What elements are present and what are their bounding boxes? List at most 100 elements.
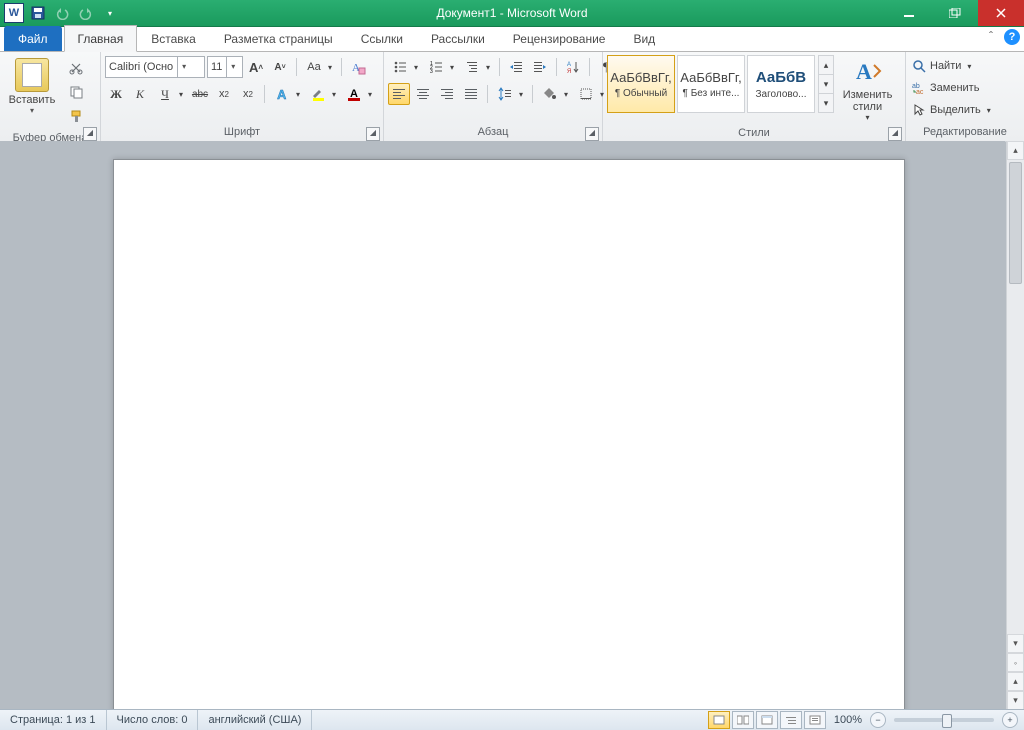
ribbon-tabs: Файл Главная Вставка Разметка страницы С… bbox=[0, 27, 1024, 52]
zoom-level[interactable]: 100% bbox=[834, 714, 862, 726]
line-spacing-button[interactable]: ▾ bbox=[493, 82, 527, 106]
tab-view[interactable]: Вид bbox=[619, 25, 669, 51]
tab-page-layout[interactable]: Разметка страницы bbox=[210, 25, 347, 51]
styles-dialog-launcher[interactable]: ◢ bbox=[888, 127, 902, 141]
save-icon[interactable] bbox=[27, 2, 49, 24]
scroll-up-button[interactable]: ▴ bbox=[1007, 141, 1024, 160]
view-print-layout-icon[interactable] bbox=[708, 711, 730, 729]
title-bar: W ▾ Документ1 - Microsoft Word bbox=[0, 0, 1024, 27]
document-page[interactable] bbox=[113, 159, 905, 710]
font-name-combo[interactable]: Calibri (Осно ▾ bbox=[105, 56, 205, 78]
select-label: Выделить bbox=[930, 104, 981, 116]
styles-scroll-down[interactable]: ▾ bbox=[819, 75, 833, 94]
change-case-button[interactable]: Aa▾ bbox=[302, 55, 336, 79]
tab-references[interactable]: Ссылки bbox=[347, 25, 417, 51]
group-editing: Найти ▾ abac Заменить Выделить ▾ Редакти… bbox=[906, 52, 1024, 142]
style-no-spacing[interactable]: АаБбВвГг, ¶ Без инте... bbox=[677, 55, 745, 113]
tab-home[interactable]: Главная bbox=[64, 25, 138, 52]
highlight-button[interactable]: ▾ bbox=[306, 82, 340, 106]
scroll-thumb[interactable] bbox=[1009, 162, 1022, 284]
paste-button[interactable]: Вставить ▾ bbox=[4, 55, 60, 118]
zoom-slider[interactable] bbox=[894, 718, 994, 722]
maximize-button[interactable] bbox=[932, 0, 978, 26]
font-size-combo[interactable]: 11 ▾ bbox=[207, 56, 243, 78]
tab-mailings[interactable]: Рассылки bbox=[417, 25, 499, 51]
zoom-out-button[interactable]: − bbox=[870, 712, 886, 728]
increase-indent-button[interactable] bbox=[529, 56, 551, 78]
minimize-button[interactable] bbox=[886, 0, 932, 26]
view-outline-icon[interactable] bbox=[780, 711, 802, 729]
shrink-font-icon[interactable]: A˅ bbox=[269, 56, 291, 78]
ribbon: Вставить ▾ Буфер обмена ◢ Cali bbox=[0, 52, 1024, 143]
replace-button[interactable]: abac Заменить bbox=[912, 78, 979, 98]
svg-text:3: 3 bbox=[430, 69, 433, 74]
prev-page-button[interactable]: ▴ bbox=[1007, 672, 1024, 691]
style-name: ¶ Без инте... bbox=[683, 88, 740, 99]
subscript-button[interactable]: x2 bbox=[213, 83, 235, 105]
change-styles-icon: A bbox=[852, 57, 884, 89]
bullets-button[interactable]: ▾ bbox=[388, 55, 422, 79]
help-icon[interactable]: ? bbox=[1004, 29, 1020, 45]
select-icon bbox=[912, 103, 926, 117]
shading-button[interactable]: ▾ bbox=[538, 82, 572, 106]
file-tab[interactable]: Файл bbox=[4, 26, 62, 51]
style-heading1[interactable]: АаБбВ Заголово... bbox=[747, 55, 815, 113]
view-draft-icon[interactable] bbox=[804, 711, 826, 729]
minimize-ribbon-icon[interactable]: ˆ bbox=[984, 29, 998, 43]
scroll-down-button[interactable]: ▾ bbox=[1007, 634, 1024, 653]
editing-group-label: Редактирование bbox=[906, 126, 1024, 142]
font-color-button[interactable]: A▾ bbox=[342, 82, 376, 106]
select-button[interactable]: Выделить ▾ bbox=[912, 100, 991, 120]
font-dialog-launcher[interactable]: ◢ bbox=[366, 127, 380, 141]
style-name: Заголово... bbox=[756, 89, 807, 100]
tab-insert[interactable]: Вставка bbox=[137, 25, 210, 51]
styles-scroll-up[interactable]: ▴ bbox=[819, 56, 833, 75]
scroll-track[interactable] bbox=[1007, 160, 1024, 634]
align-center-button[interactable] bbox=[412, 83, 434, 105]
sort-button[interactable]: AЯ bbox=[562, 56, 584, 78]
align-right-button[interactable] bbox=[436, 83, 458, 105]
superscript-button[interactable]: x2 bbox=[237, 83, 259, 105]
text-effects-button[interactable]: A▾ bbox=[270, 82, 304, 106]
status-language[interactable]: английский (США) bbox=[198, 710, 312, 730]
view-web-layout-icon[interactable] bbox=[756, 711, 778, 729]
style-name: ¶ Обычный bbox=[615, 88, 667, 99]
close-button[interactable] bbox=[978, 0, 1024, 26]
cut-icon[interactable] bbox=[64, 57, 88, 79]
multilevel-list-button[interactable]: ▾ bbox=[460, 55, 494, 79]
status-page[interactable]: Страница: 1 из 1 bbox=[0, 710, 107, 730]
bold-button[interactable]: Ж bbox=[105, 83, 127, 105]
underline-button[interactable]: Ч▾ bbox=[153, 82, 187, 106]
numbering-button[interactable]: 123▾ bbox=[424, 55, 458, 79]
next-page-button[interactable]: ▾ bbox=[1007, 691, 1024, 710]
redo-icon[interactable] bbox=[75, 2, 97, 24]
paragraph-dialog-launcher[interactable]: ◢ bbox=[585, 127, 599, 141]
strikethrough-button[interactable]: abc bbox=[189, 83, 211, 105]
view-full-screen-icon[interactable] bbox=[732, 711, 754, 729]
styles-gallery: АаБбВвГг, ¶ Обычный АаБбВвГг, ¶ Без инте… bbox=[607, 55, 834, 113]
change-styles-button[interactable]: A Изменить стили ▾ bbox=[834, 55, 901, 124]
group-clipboard: Вставить ▾ Буфер обмена ◢ bbox=[0, 52, 101, 142]
clipboard-dialog-launcher[interactable]: ◢ bbox=[83, 127, 97, 141]
zoom-slider-thumb[interactable] bbox=[942, 714, 952, 728]
styles-group-label: Стили bbox=[603, 127, 905, 142]
svg-text:Я: Я bbox=[567, 69, 571, 74]
italic-button[interactable]: К bbox=[129, 83, 151, 105]
browse-object-button[interactable]: ◦ bbox=[1007, 653, 1024, 672]
tab-review[interactable]: Рецензирование bbox=[499, 25, 620, 51]
format-painter-icon[interactable] bbox=[64, 105, 88, 127]
qat-customize-icon[interactable]: ▾ bbox=[99, 2, 121, 24]
status-words[interactable]: Число слов: 0 bbox=[107, 710, 199, 730]
decrease-indent-button[interactable] bbox=[505, 56, 527, 78]
zoom-in-button[interactable]: + bbox=[1002, 712, 1018, 728]
copy-icon[interactable] bbox=[64, 81, 88, 103]
find-button[interactable]: Найти ▾ bbox=[912, 56, 971, 76]
align-left-button[interactable] bbox=[388, 83, 410, 105]
undo-icon[interactable] bbox=[51, 2, 73, 24]
clear-formatting-icon[interactable]: A bbox=[347, 56, 369, 78]
style-normal[interactable]: АаБбВвГг, ¶ Обычный bbox=[607, 55, 675, 113]
justify-button[interactable] bbox=[460, 83, 482, 105]
styles-expand[interactable]: ▾ bbox=[819, 94, 833, 112]
app-icon[interactable]: W bbox=[3, 2, 25, 24]
grow-font-icon[interactable]: A˄ bbox=[245, 56, 267, 78]
